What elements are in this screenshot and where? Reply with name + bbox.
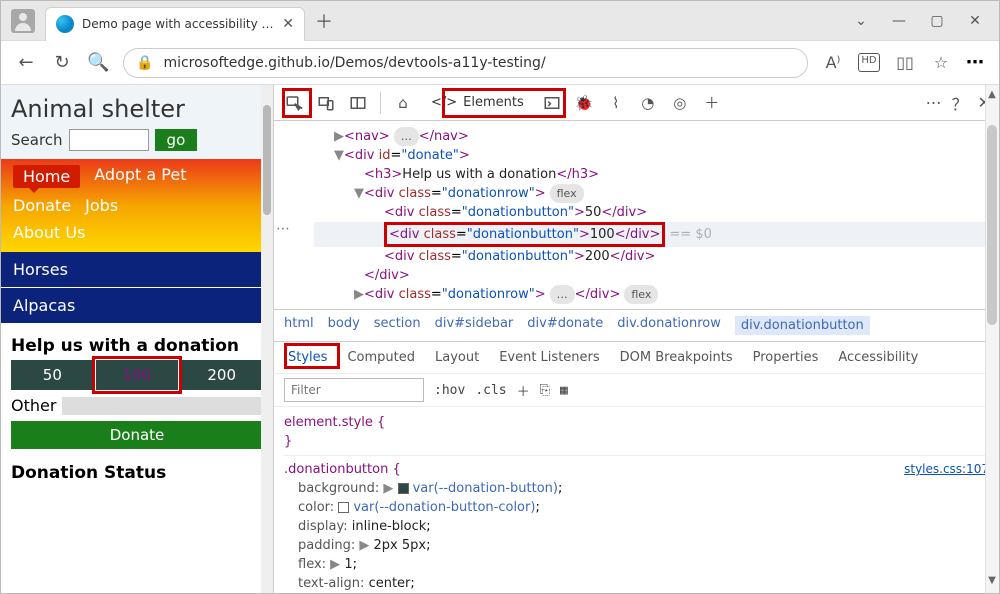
source-link[interactable]: styles.css:107 [904, 460, 989, 479]
crumb-sidebar[interactable]: div#sidebar [435, 316, 514, 335]
page-scrollbar[interactable] [261, 85, 273, 593]
scroll-up-icon[interactable]: ▲ [987, 89, 997, 103]
donation-100[interactable]: 100 [96, 360, 179, 390]
nav-about[interactable]: About Us [13, 223, 85, 242]
code-icon: </> [431, 95, 457, 110]
new-rule-icon[interactable]: ＋ [517, 381, 530, 400]
crumb-row[interactable]: div.donationrow [617, 316, 721, 335]
new-tab-button[interactable]: ＋ [315, 12, 333, 30]
search-icon[interactable]: 🔍 [87, 52, 109, 73]
url-text: microsoftedge.github.io/Demos/devtools-a… [163, 55, 545, 71]
bug-icon[interactable]: 🐞 [572, 91, 596, 115]
other-input[interactable] [62, 397, 263, 415]
close-tab-icon[interactable]: ✕ [282, 16, 294, 32]
panel-icon[interactable] [346, 91, 370, 115]
inspect-icon[interactable] [282, 91, 306, 115]
reading-view-icon[interactable]: ▯▯ [894, 53, 916, 72]
address-bar: ← ↻ 🔍 🔒 microsoftedge.github.io/Demos/de… [1, 41, 999, 85]
plus-icon[interactable]: ＋ [700, 91, 724, 115]
nav-donate[interactable]: Donate [13, 196, 71, 215]
main-nav: Home Adopt a Pet Donate Jobs About Us [1, 159, 273, 252]
memory-icon[interactable]: ◎ [668, 91, 692, 115]
breadcrumb[interactable]: html body section div#sidebar div#donate… [274, 309, 999, 341]
devtools-scrollbar[interactable]: ▲ ▼ [985, 85, 999, 593]
close-window-icon[interactable]: ✕ [965, 13, 985, 29]
tab-layout[interactable]: Layout [435, 350, 479, 365]
crumb-html[interactable]: html [284, 316, 314, 335]
donation-heading: Help us with a donation [1, 324, 273, 360]
font-editor-icon[interactable]: ⎘ [540, 383, 550, 398]
styles-panel-tabs: Styles Computed Layout Event Listeners D… [274, 342, 999, 373]
more-tools-icon[interactable]: ⋯ [926, 93, 942, 112]
back-icon[interactable]: ← [15, 52, 37, 73]
tab-listeners[interactable]: Event Listeners [499, 350, 599, 365]
minimize-icon[interactable]: — [889, 13, 909, 29]
url-field[interactable]: 🔒 microsoftedge.github.io/Demos/devtools… [123, 48, 808, 78]
tab-dom-bp[interactable]: DOM Breakpoints [620, 350, 733, 365]
network-icon[interactable]: ⌇ [604, 91, 628, 115]
cls-toggle[interactable]: .cls [475, 383, 506, 398]
nav-adopt[interactable]: Adopt a Pet [94, 165, 186, 188]
donation-50[interactable]: 50 [11, 360, 94, 390]
site-title: Animal shelter [11, 95, 263, 123]
device-toggle-icon[interactable] [314, 91, 338, 115]
refresh-icon[interactable]: ↻ [51, 52, 73, 73]
browser-tab[interactable]: Demo page with accessibility issu ✕ [45, 7, 305, 41]
donation-200[interactable]: 200 [180, 360, 263, 390]
nav-home[interactable]: Home [13, 165, 80, 188]
help-icon[interactable]: ？ [952, 91, 968, 115]
lock-icon: 🔒 [136, 55, 153, 71]
dom-tree[interactable]: ▶<nav>…</nav> ▼<div id="donate"> <h3>Hel… [274, 121, 999, 309]
hd-icon[interactable]: HD [858, 53, 880, 72]
animals-alpacas[interactable]: Alpacas [1, 288, 273, 324]
elements-label: Elements [463, 95, 524, 110]
crumb-section[interactable]: section [374, 316, 421, 335]
crumb-body[interactable]: body [328, 316, 360, 335]
search-label: Search [11, 131, 63, 149]
favorite-icon[interactable]: ☆ [930, 53, 952, 72]
read-aloud-icon[interactable]: A⁾ [822, 53, 844, 72]
devtools-toolbar: ⌂ </> Elements 🐞 ⌇ ◔ ◎ ＋ ⋯ ？ ✕ [274, 85, 999, 121]
tab-styles[interactable]: Styles [288, 350, 327, 365]
hov-toggle[interactable]: :hov [434, 383, 465, 398]
styles-pane[interactable]: element.style { } styles.css:107 .donati… [274, 406, 999, 593]
profile-icon[interactable] [11, 9, 35, 33]
filter-input[interactable] [284, 378, 424, 402]
console-icon[interactable] [540, 91, 564, 115]
chevron-down-icon[interactable]: ⌄ [851, 13, 871, 29]
donate-button[interactable]: Donate [11, 421, 263, 449]
other-label: Other [11, 396, 56, 415]
go-button[interactable]: go [155, 129, 198, 151]
edge-icon [56, 15, 74, 33]
status-heading: Donation Status [1, 449, 273, 487]
tab-props[interactable]: Properties [753, 350, 819, 365]
tab-elements[interactable]: </> Elements [423, 89, 532, 117]
tab-a11y[interactable]: Accessibility [838, 350, 918, 365]
crumb-donate[interactable]: div#donate [527, 316, 603, 335]
tab-title: Demo page with accessibility issu [82, 17, 274, 31]
more-icon[interactable]: ⋯ [966, 52, 985, 73]
rendered-page: Animal shelter Search go Home Adopt a Pe… [1, 85, 273, 593]
flexbox-editor-icon[interactable]: ▦ [560, 383, 568, 398]
nav-jobs[interactable]: Jobs [85, 196, 118, 215]
performance-icon[interactable]: ◔ [636, 91, 660, 115]
search-input[interactable] [69, 129, 149, 151]
titlebar: Demo page with accessibility issu ✕ ＋ ⌄ … [1, 1, 999, 41]
maximize-icon[interactable]: ▢ [927, 13, 947, 29]
scroll-down-icon[interactable]: ▼ [987, 575, 997, 589]
crumb-button[interactable]: div.donationbutton [735, 316, 870, 335]
animals-horses[interactable]: Horses [1, 252, 273, 288]
devtools: ⌂ </> Elements 🐞 ⌇ ◔ ◎ ＋ ⋯ ？ ✕ [273, 85, 999, 593]
welcome-icon[interactable]: ⌂ [391, 91, 415, 115]
tab-computed[interactable]: Computed [347, 350, 415, 365]
